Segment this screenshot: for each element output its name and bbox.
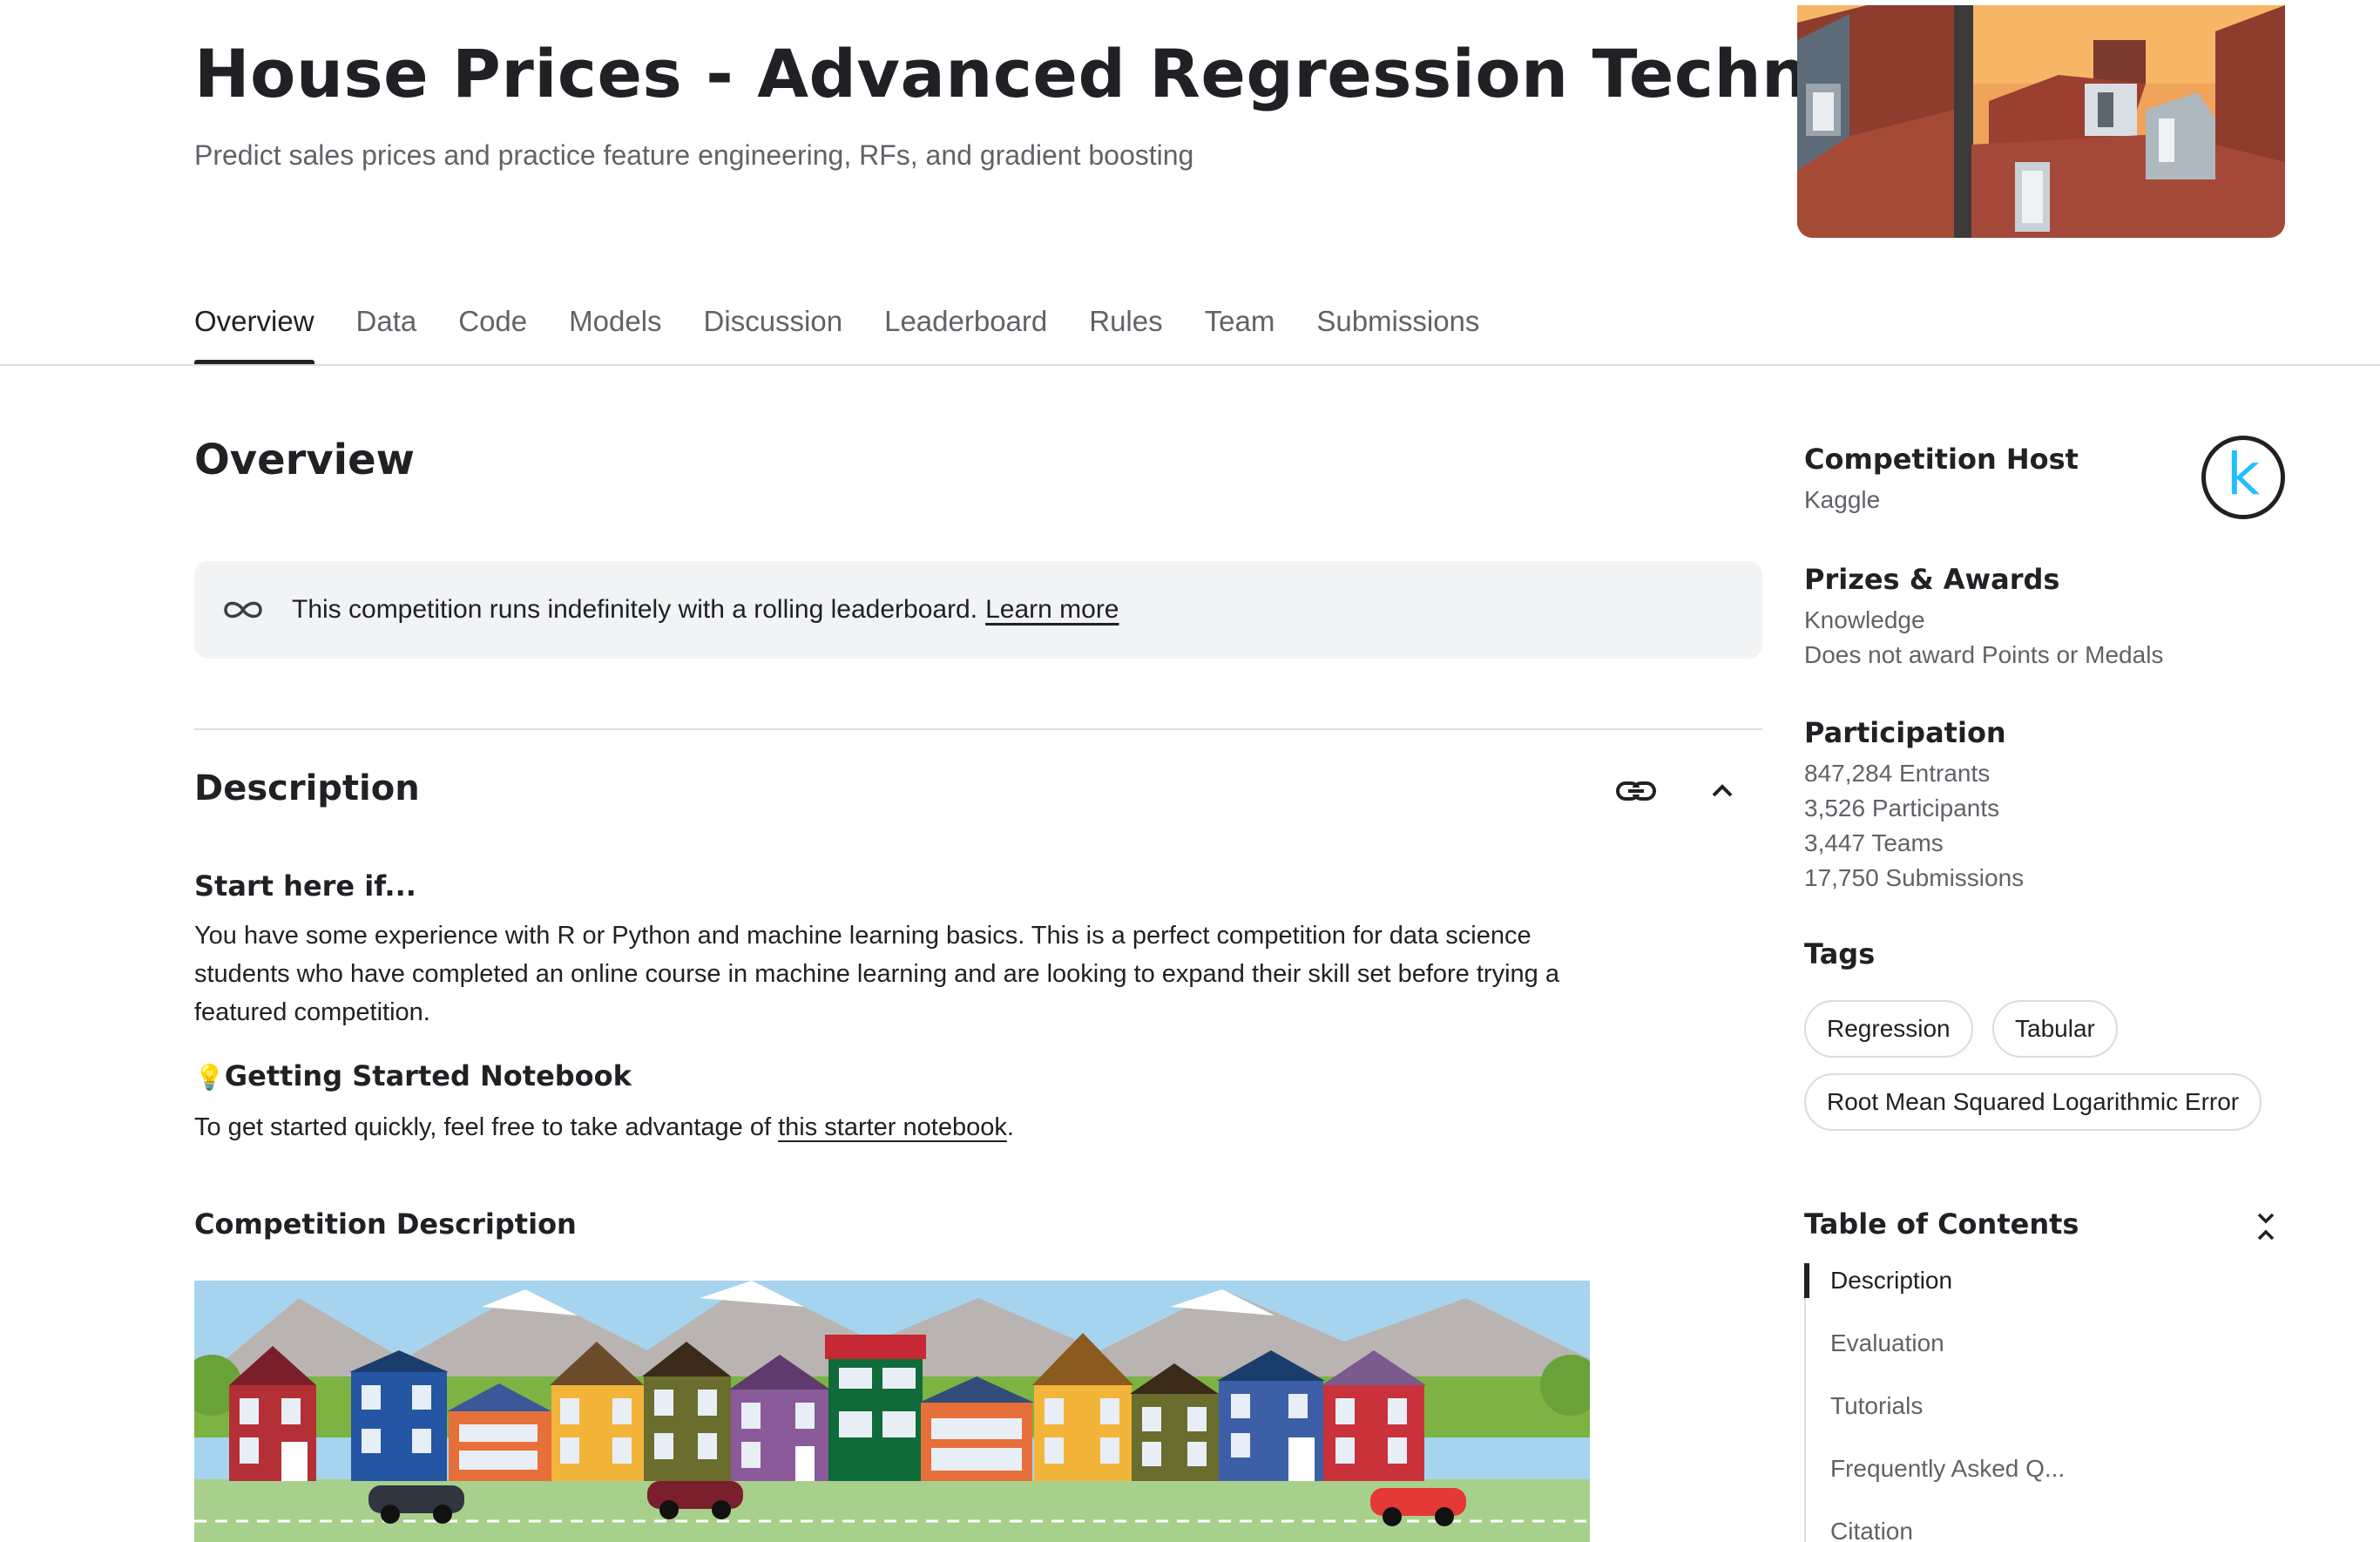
participation-teams: 3,447 Teams (1804, 829, 1944, 856)
prizes-heading: Prizes & Awards (1804, 563, 2060, 596)
description-heading: Description (194, 768, 420, 808)
link-icon (1616, 781, 1656, 801)
tab-leaderboard[interactable]: Leaderboard (884, 296, 1047, 364)
participation-entrants: 847,284 Entrants (1804, 760, 1991, 787)
starter-notebook-link[interactable]: this starter notebook (778, 1113, 1007, 1141)
competition-description-heading: Competition Description (194, 1207, 577, 1241)
collapse-section-button[interactable] (1705, 774, 1740, 808)
tab-models[interactable]: Models (569, 296, 661, 364)
lightbulb-icon: 💡 (194, 1063, 225, 1092)
participation-participants: 3,526 Participants (1804, 795, 2000, 822)
tab-code[interactable]: Code (458, 296, 527, 364)
chevron-up-icon (1712, 784, 1733, 797)
page-title: House Prices - Advanced Regression Techn… (194, 35, 2013, 112)
infinity-icon (220, 597, 266, 623)
tab-discussion[interactable]: Discussion (704, 296, 843, 364)
toc-heading: Table of Contents (1804, 1207, 2079, 1241)
copy-link-button[interactable] (1614, 774, 1658, 808)
collapse-chevrons-icon (2257, 1213, 2275, 1241)
start-here-heading: Start here if... (194, 869, 416, 903)
host-name: Kaggle (1804, 486, 1881, 513)
tab-rules[interactable]: Rules (1089, 296, 1162, 364)
participation-submissions: 17,750 Submissions (1804, 864, 2025, 891)
competition-tabs: Overview Data Code Models Discussion Lea… (194, 296, 1521, 364)
competition-header: House Prices - Advanced Regression Techn… (0, 0, 2380, 366)
tab-team[interactable]: Team (1205, 296, 1275, 364)
prizes-line-2: Does not award Points or Medals (1804, 641, 2164, 668)
page-subtitle: Predict sales prices and practice featur… (194, 139, 1194, 171)
competition-header-image (1797, 5, 2285, 238)
toc-item-faq[interactable]: Frequently Asked Q... (1830, 1455, 2065, 1483)
banner-text: This competition runs indefinitely with … (292, 595, 978, 624)
getting-started-text: To get started quickly, feel free to tak… (194, 1113, 1014, 1141)
tags-heading: Tags (1804, 937, 1876, 971)
rolling-leaderboard-banner: This competition runs indefinitely with … (194, 561, 1762, 659)
tab-overview[interactable]: Overview (194, 296, 314, 364)
toc-rail (1804, 1263, 1806, 1542)
getting-started-heading: 💡Getting Started Notebook (194, 1059, 632, 1092)
tag-chip[interactable]: Tabular (1992, 1000, 2118, 1058)
tag-chip[interactable]: Root Mean Squared Logarithmic Error (1804, 1073, 2262, 1131)
tab-data[interactable]: Data (356, 296, 417, 364)
toc-item-evaluation[interactable]: Evaluation (1830, 1329, 1944, 1357)
divider (194, 728, 1762, 730)
toc-active-indicator (1804, 1263, 1809, 1298)
learn-more-link[interactable]: Learn more (985, 595, 1119, 625)
toc-collapse-button[interactable] (2248, 1207, 2283, 1246)
prizes-line-1: Knowledge (1804, 606, 1925, 633)
section-title: Overview (194, 436, 415, 484)
host-heading: Competition Host (1804, 443, 2079, 476)
tabs-divider (0, 364, 2380, 366)
start-here-text: You have some experience with R or Pytho… (194, 922, 1559, 1026)
toc-item-description[interactable]: Description (1830, 1267, 1952, 1295)
tab-submissions[interactable]: Submissions (1316, 296, 1479, 364)
kaggle-logo[interactable]: k (2201, 436, 2285, 519)
toc-item-citation[interactable]: Citation (1830, 1518, 1913, 1542)
toc-item-tutorials[interactable]: Tutorials (1830, 1392, 1923, 1420)
tag-chip[interactable]: Regression (1804, 1000, 1973, 1058)
participation-heading: Participation (1804, 716, 2006, 749)
houses-illustration (194, 1281, 1590, 1542)
